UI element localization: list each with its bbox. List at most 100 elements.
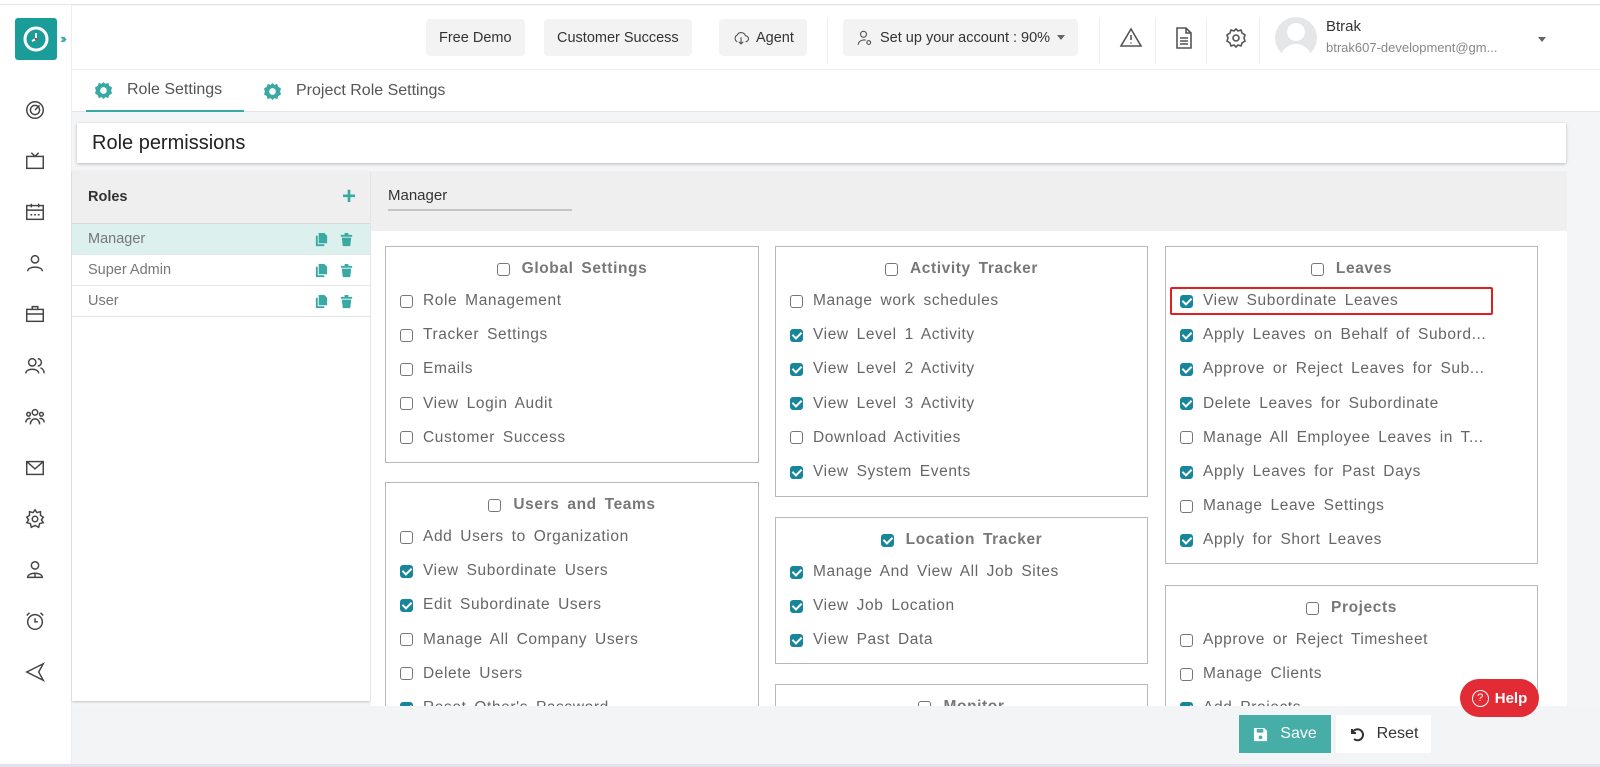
users-icon[interactable] [22,353,48,379]
group-checkbox[interactable] [1310,262,1324,276]
agent-button[interactable]: Agent [719,19,807,56]
copy-icon[interactable] [314,232,329,247]
permission-item[interactable]: Apply Leaves for Past Days [1180,463,1421,481]
permission-checkbox[interactable] [1180,533,1193,547]
permission-item[interactable]: Manage Leave Settings [1180,497,1384,515]
permission-item[interactable]: View Past Data [790,631,933,649]
permission-item[interactable]: View Subordinate Leaves [1180,292,1398,310]
role-list-item[interactable]: Manager [72,224,370,255]
group-checkbox[interactable] [880,533,894,547]
group-checkbox[interactable] [488,498,502,512]
tv-icon[interactable] [22,148,48,174]
permission-item[interactable]: Add Projects [1180,699,1301,706]
permission-checkbox[interactable] [1180,465,1193,479]
setup-account-dropdown[interactable]: Set up your account : 90% [843,19,1079,56]
permission-checkbox[interactable] [1180,294,1193,308]
permission-checkbox[interactable] [400,328,413,342]
group-title[interactable]: Global Settings [386,260,758,278]
permission-checkbox[interactable] [400,667,413,681]
help-button[interactable]: ? Help [1460,679,1539,717]
copy-icon[interactable] [314,263,329,278]
expand-sidebar-icon[interactable]: ››› [60,31,67,46]
group-title[interactable]: Users and Teams [386,496,758,514]
permission-checkbox[interactable] [1180,431,1193,445]
group-checkbox[interactable] [1306,601,1320,615]
permission-item[interactable]: Delete Leaves for Subordinate [1180,395,1439,413]
delete-icon[interactable] [339,263,354,278]
user-avatar[interactable] [1275,17,1317,59]
permission-item[interactable]: Manage And View All Job Sites [790,563,1059,581]
permission-item[interactable]: Manage All Company Users [400,631,639,649]
group-checkbox[interactable] [884,262,898,276]
permission-item[interactable]: View Level 1 Activity [790,326,975,344]
customer-success-button[interactable]: Customer Success [544,19,692,56]
permission-item[interactable]: Manage Clients [1180,665,1322,683]
user-menu-caret-icon[interactable] [1538,37,1546,42]
delete-icon[interactable] [339,294,354,309]
permission-item[interactable]: Download Activities [790,429,961,447]
permission-item[interactable]: Customer Success [400,429,566,447]
profile-icon[interactable] [22,557,48,583]
permission-checkbox[interactable] [1180,499,1193,513]
permission-checkbox[interactable] [400,598,413,612]
permission-checkbox[interactable] [790,565,803,579]
settings-icon[interactable] [22,506,48,532]
group-title[interactable]: Activity Tracker [776,260,1147,278]
group-title[interactable]: Monitor [776,698,1147,706]
permission-item[interactable]: View Level 2 Activity [790,360,975,378]
permission-checkbox[interactable] [400,362,413,376]
save-button[interactable]: Save [1239,715,1331,753]
permission-checkbox[interactable] [790,599,803,613]
alarm-clock-icon[interactable] [22,608,48,634]
group-title[interactable]: Projects [1166,599,1537,617]
permission-item[interactable]: Apply Leaves on Behalf of Subord... [1180,326,1486,344]
group-title[interactable]: Leaves [1166,260,1537,278]
permission-item[interactable]: Add Users to Organization [400,528,629,546]
permission-item[interactable]: Approve or Reject Timesheet [1180,631,1428,649]
permission-item[interactable]: View Level 3 Activity [790,395,975,413]
settings-gear-icon[interactable] [1222,24,1250,52]
permission-checkbox[interactable] [400,564,413,578]
permission-checkbox[interactable] [400,294,413,308]
permission-item[interactable]: Emails [400,360,473,378]
permission-item[interactable]: View Subordinate Users [400,562,608,580]
dashboard-icon[interactable] [22,97,48,123]
role-name-input[interactable]: Manager [388,187,447,204]
permission-item[interactable]: Manage All Employee Leaves in T... [1180,429,1484,447]
role-list-item[interactable]: User [72,286,370,317]
calendar-icon[interactable] [22,199,48,225]
reset-button[interactable]: Reset [1336,715,1431,753]
permission-checkbox[interactable] [790,633,803,647]
permission-checkbox[interactable] [400,397,413,411]
permission-checkbox[interactable] [400,530,413,544]
copy-icon[interactable] [314,294,329,309]
permission-checkbox[interactable] [1180,328,1193,342]
permission-checkbox[interactable] [400,431,413,445]
permission-checkbox[interactable] [790,328,803,342]
permission-item[interactable]: Role Management [400,292,562,310]
permission-item[interactable]: Apply for Short Leaves [1180,531,1382,549]
mail-icon[interactable] [22,455,48,481]
document-icon[interactable] [1170,24,1198,52]
permission-item[interactable]: Manage work schedules [790,292,999,310]
briefcase-icon[interactable] [22,301,48,327]
permission-item[interactable]: View Job Location [790,597,955,615]
group-title[interactable]: Location Tracker [776,531,1147,549]
permission-item[interactable]: View Login Audit [400,395,553,413]
permission-checkbox[interactable] [1180,362,1193,376]
tab-role-settings[interactable]: Role Settings [86,70,245,112]
permission-checkbox[interactable] [400,633,413,647]
app-logo[interactable] [15,18,57,60]
permission-checkbox[interactable] [1180,397,1193,411]
permission-checkbox[interactable] [790,465,803,479]
permission-checkbox[interactable] [790,431,803,445]
permission-checkbox[interactable] [1180,633,1193,647]
permission-checkbox[interactable] [790,294,803,308]
group-checkbox[interactable] [496,262,510,276]
permission-item[interactable]: View System Events [790,463,971,481]
user-icon[interactable] [22,250,48,276]
delete-icon[interactable] [339,232,354,247]
permission-checkbox[interactable] [790,397,803,411]
team-icon[interactable] [22,404,48,430]
permission-item[interactable]: Edit Subordinate Users [400,596,602,614]
